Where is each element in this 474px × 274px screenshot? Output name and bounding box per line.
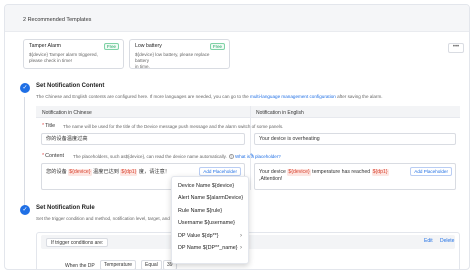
alarm-editor-panel: 2 Recommended Templates Tamper Alarm ${d…: [4, 4, 470, 270]
step-complete-check-icon: ✓: [20, 205, 30, 215]
menu-item-device-name[interactable]: Device Name ${device}: [172, 180, 248, 192]
step-title-notification-content: Set Notification Content: [36, 83, 105, 89]
placeholder-chip: ${dp1}: [120, 169, 138, 176]
recommended-templates-title: 2 Recommended Templates: [23, 17, 92, 23]
menu-item-dp-value[interactable]: DP Value ${dp**} ›: [172, 230, 248, 242]
content-row-label: *Content: [42, 153, 64, 159]
multi-language-config-link[interactable]: multi-language management configuration: [250, 94, 336, 99]
column-divider: [250, 106, 251, 190]
template-card-low-battery[interactable]: Low battery ${device} low battery, pleas…: [129, 39, 230, 69]
chevron-right-icon: ›: [240, 244, 242, 251]
operator-select[interactable]: Equal: [141, 260, 162, 269]
content-text-english: Your device ${device} temperature has re…: [259, 169, 389, 182]
add-placeholder-button-chinese[interactable]: Add Placeholder: [199, 167, 241, 176]
step-desc-notification-content: The Chinese and English contents are con…: [36, 94, 383, 99]
step-desc-notification-rule: Set the trigger condition and method, no…: [36, 216, 170, 221]
help-question-icon: ?: [228, 154, 234, 160]
edit-condition-link[interactable]: Edit: [424, 238, 433, 244]
chevron-right-icon: ›: [240, 232, 242, 239]
template-desc: ${device} Tamper alarm triggered, please…: [29, 52, 98, 63]
step-title-notification-rule: Set Notification Rule: [36, 205, 95, 211]
notification-columns-header: Notification in Chinese Notification in …: [36, 106, 460, 118]
title-row-desc: The name will be used for the title of t…: [63, 124, 284, 129]
placeholder-chip: ${device}: [287, 169, 311, 176]
step-connector-line: [24, 97, 25, 212]
step-complete-check-icon: ✓: [20, 83, 30, 93]
dp-select[interactable]: Temperature: [100, 260, 137, 269]
placeholder-chip: ${device}: [68, 169, 92, 176]
menu-item-alert-name[interactable]: Alert Name ${alarmDevice}: [172, 192, 248, 204]
trigger-condition-label: If trigger conditions are:: [46, 238, 109, 247]
content-text-chinese: 您的设备 ${device} 温度已达到 ${dp1} 度，请注意！: [46, 169, 170, 176]
when-dp-label: When the DP: [65, 263, 95, 269]
template-desc: ${device} low battery, please replace ba…: [135, 52, 210, 69]
free-badge: Free: [103, 43, 119, 50]
delete-condition-link[interactable]: Delete: [440, 238, 454, 244]
add-placeholder-button-english[interactable]: Add Placeholder: [410, 167, 452, 176]
recommended-templates-header: 2 Recommended Templates: [5, 5, 469, 32]
title-row-label: *Title: [42, 123, 56, 129]
what-is-placeholder-link[interactable]: What is a placeholder?: [235, 154, 281, 159]
title-input-english[interactable]: Your device is overheating: [254, 133, 456, 145]
menu-item-rule-name[interactable]: Rule Name ${rule}: [172, 205, 248, 217]
placeholder-chip: ${dp1}: [371, 169, 389, 176]
template-card-tamper-alarm[interactable]: Tamper Alarm ${device} Tamper alarm trig…: [23, 39, 124, 69]
menu-item-dp-name[interactable]: DP Name ${DP**_name} ›: [172, 242, 248, 254]
edit-pencil-icon[interactable]: ✎: [250, 153, 254, 159]
more-templates-button[interactable]: •••: [448, 43, 464, 53]
column-english-label: Notification in English: [256, 109, 304, 116]
free-badge: Free: [209, 43, 225, 50]
menu-item-username[interactable]: Username ${username}: [172, 217, 248, 229]
title-input-chinese[interactable]: 你的设备温度过高: [41, 133, 245, 145]
content-textarea-english[interactable]: Your device ${device} temperature has re…: [254, 163, 456, 190]
placeholder-dropdown-menu: Device Name ${device} Alert Name ${alarm…: [171, 176, 249, 264]
column-chinese-label: Notification in Chinese: [42, 109, 92, 116]
